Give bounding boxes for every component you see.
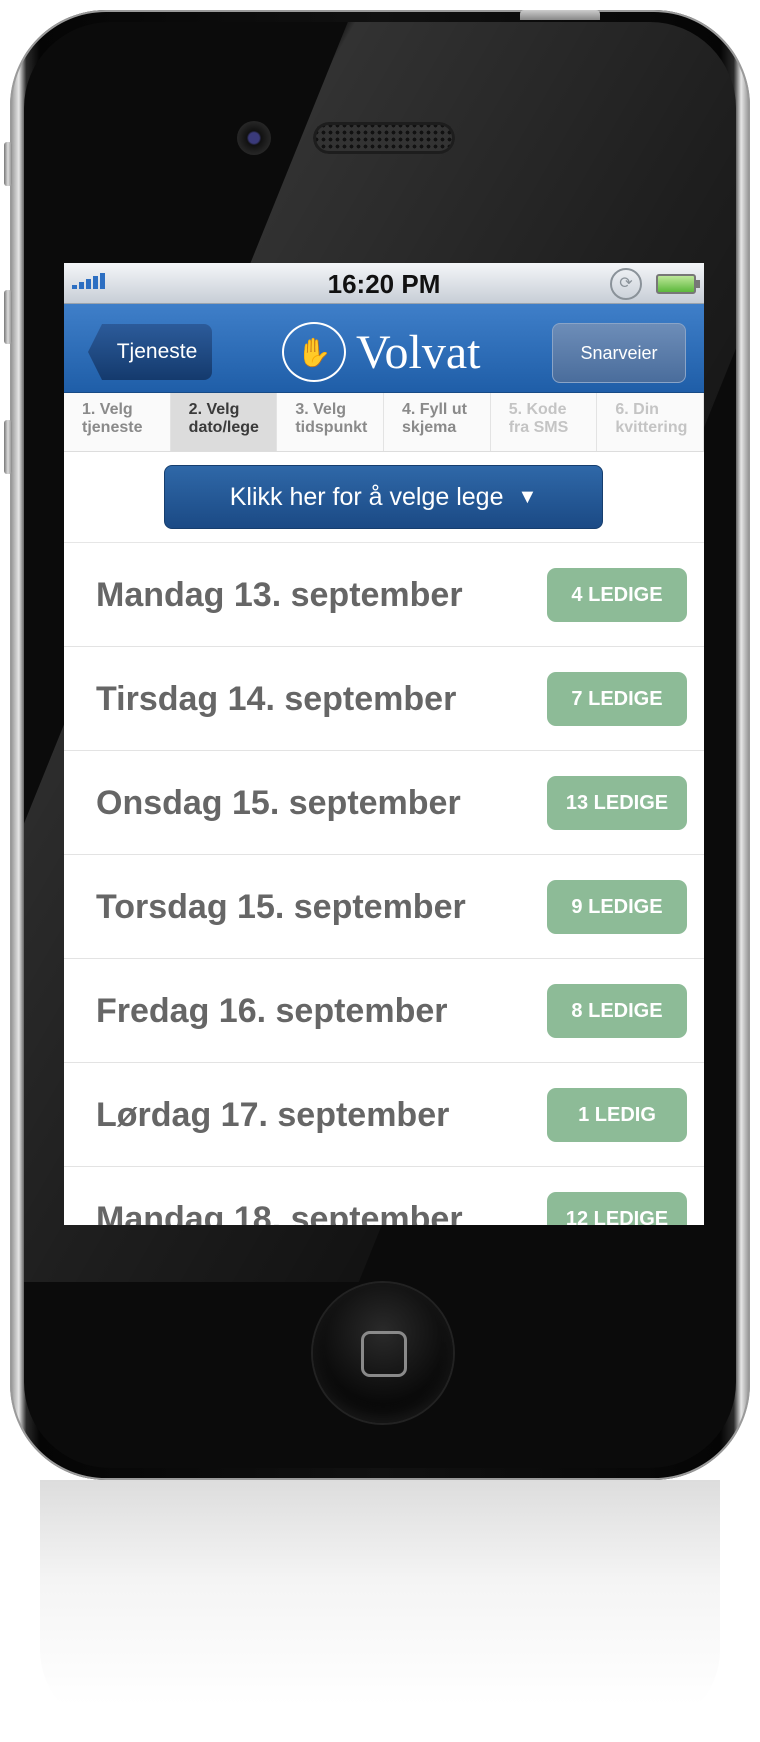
doctor-picker-area: Klikk her for å velge lege ▼: [64, 452, 704, 543]
hand-logo-icon: ✋: [282, 322, 346, 382]
app-screen: 16:20 PM ⟳ Tjeneste ✋ Volvat Snarveier 1…: [64, 263, 704, 1225]
doctor-picker-button[interactable]: Klikk her for å velge lege ▼: [164, 465, 603, 529]
phone-reflection: [40, 1480, 720, 1730]
day-label: Mandag 18. september: [96, 1200, 463, 1225]
day-label: Onsdag 15. september: [96, 784, 461, 822]
home-square-icon: [361, 1331, 407, 1377]
dropdown-arrow-icon: ▼: [517, 485, 538, 508]
availability-badge[interactable]: 9 LEDIGE: [547, 880, 687, 934]
status-time: 16:20 PM: [327, 269, 441, 299]
step-1[interactable]: 1. Velg tjeneste: [64, 393, 171, 451]
day-row[interactable]: Tirsdag 14. september 7 LEDIGE: [64, 647, 704, 751]
day-label: Lørdag 17. september: [96, 1096, 450, 1134]
day-row[interactable]: Lørdag 17. september 1 LEDIG: [64, 1063, 704, 1167]
step-progress: 1. Velg tjeneste 2. Velg dato/lege 3. Velg ti…: [64, 393, 704, 452]
step-line2: kvittering: [615, 419, 688, 436]
day-row[interactable]: Fredag 16. september 8 LEDIGE: [64, 959, 704, 1063]
sleep-button: [520, 10, 600, 20]
navigation-bar: Tjeneste ✋ Volvat Snarveier: [64, 304, 704, 393]
step-line1: 2. Velg: [188, 401, 240, 418]
step-line2: tidspunkt: [295, 419, 368, 436]
step-line1: 3. Velg: [295, 401, 347, 418]
day-row[interactable]: Torsdag 15. september 9 LEDIGE: [64, 855, 704, 959]
volume-down-button: [4, 420, 12, 474]
availability-badge[interactable]: 7 LEDIGE: [547, 672, 687, 726]
mute-switch: [4, 142, 12, 186]
day-label: Fredag 16. september: [96, 992, 448, 1030]
day-row[interactable]: Onsdag 15. september 13 LEDIGE: [64, 751, 704, 855]
availability-badge[interactable]: 13 LEDIGE: [547, 776, 687, 830]
step-line1: 4. Fyll ut: [402, 401, 467, 418]
availability-badge[interactable]: 1 LEDIG: [547, 1088, 687, 1142]
front-camera: [237, 121, 271, 155]
step-line1: 5. Kode: [508, 401, 567, 418]
earpiece-speaker: [313, 122, 455, 154]
volvat-logo: ✋ Volvat: [282, 322, 480, 382]
back-button[interactable]: Tjeneste: [88, 324, 212, 380]
day-label: Torsdag 15. september: [96, 888, 466, 926]
step-5[interactable]: 5. Kode fra SMS: [491, 393, 598, 451]
day-label: Tirsdag 14. september: [96, 680, 457, 718]
availability-badge[interactable]: 4 LEDIGE: [547, 568, 687, 622]
rotation-lock-icon: ⟳: [610, 268, 642, 300]
logo-text: Volvat: [356, 325, 481, 379]
step-line2: fra SMS: [508, 419, 569, 436]
step-3[interactable]: 3. Velg tidspunkt: [277, 393, 385, 451]
step-line2: tjeneste: [82, 419, 143, 436]
day-row[interactable]: Mandag 13. september 4 LEDIGE: [64, 543, 704, 647]
step-4[interactable]: 4. Fyll ut skjema: [384, 393, 491, 451]
step-6[interactable]: 6. Din kvittering: [597, 393, 704, 451]
step-line2: skjema: [402, 419, 457, 436]
day-row[interactable]: Mandag 18. september 12 LEDIGE: [64, 1167, 704, 1225]
volume-up-button: [4, 290, 12, 344]
availability-badge[interactable]: 12 LEDIGE: [547, 1192, 687, 1225]
step-line2: dato/lege: [188, 419, 259, 436]
step-line1: 1. Velg: [82, 401, 133, 418]
battery-icon: [656, 274, 700, 294]
status-bar: 16:20 PM ⟳: [64, 263, 704, 304]
home-button[interactable]: [313, 1283, 453, 1423]
step-line1: 6. Din: [615, 401, 659, 418]
doctor-picker-label: Klikk her for å velge lege: [229, 482, 504, 511]
day-label: Mandag 13. september: [96, 576, 463, 614]
availability-badge[interactable]: 8 LEDIGE: [547, 984, 687, 1038]
day-list: Mandag 13. september 4 LEDIGE Tirsdag 14. …: [64, 543, 704, 1225]
step-2[interactable]: 2. Velg dato/lege: [170, 393, 278, 451]
shortcuts-button[interactable]: Snarveier: [552, 323, 686, 383]
